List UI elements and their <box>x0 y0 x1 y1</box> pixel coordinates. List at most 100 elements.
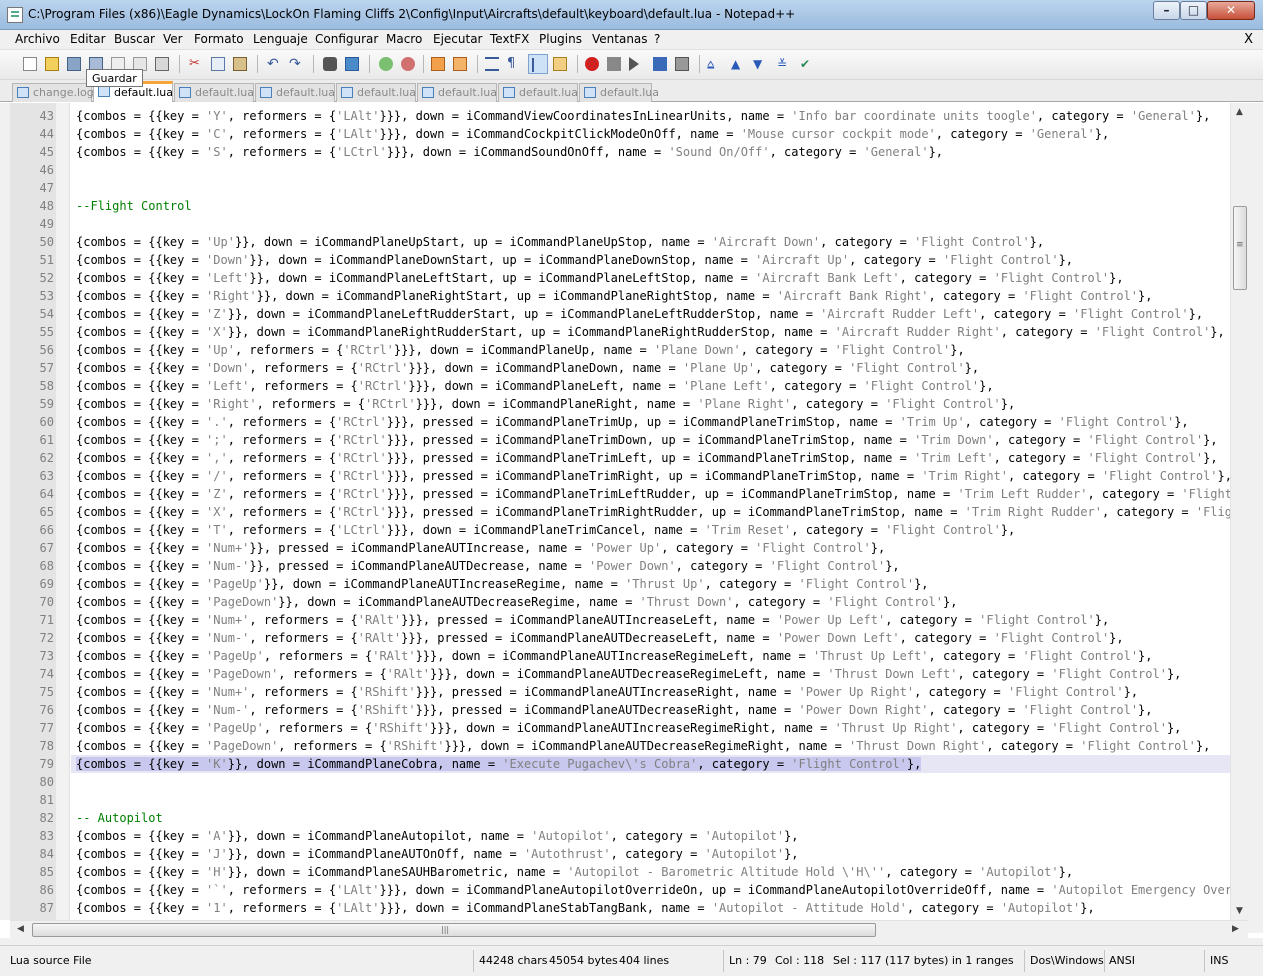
code-line[interactable]: {combos = {{key = 'J'}}, down = iCommand… <box>71 845 1230 863</box>
stop-record-icon[interactable] <box>604 54 624 74</box>
menu-textfx[interactable]: TextFX <box>490 32 529 46</box>
scroll-right-icon[interactable]: ▶ <box>1230 924 1241 935</box>
vertical-scrollbar[interactable]: ▲ ≡ ▼ <box>1230 103 1248 920</box>
find-icon[interactable] <box>320 54 340 74</box>
scroll-down-icon[interactable]: ▼ <box>1234 906 1245 917</box>
textfx-filter-icon[interactable]: ≚ <box>774 54 794 74</box>
code-line[interactable]: {combos = {{key = 'PageDown'}}, down = i… <box>71 593 1230 611</box>
code-line[interactable]: {combos = {{key = 'Num+', reformers = {'… <box>71 683 1230 701</box>
copy-icon[interactable] <box>208 54 228 74</box>
code-line[interactable]: {combos = {{key = 'PageDown', reformers … <box>71 737 1230 755</box>
save-macro-icon[interactable] <box>672 54 692 74</box>
code-line[interactable] <box>71 773 1230 791</box>
vertical-scroll-thumb[interactable]: ≡ <box>1233 206 1247 290</box>
user-lang-icon[interactable] <box>550 54 570 74</box>
code-line[interactable]: {combos = {{key = 'T', reformers = {'LCt… <box>71 521 1230 539</box>
code-line[interactable]: --Flight Control <box>71 197 1230 215</box>
close-document-button[interactable]: X <box>1244 32 1253 47</box>
code-line[interactable]: {combos = {{key = 'A'}}, down = iCommand… <box>71 827 1230 845</box>
tab-default-lua-6[interactable]: default.lua <box>498 83 578 102</box>
menu-archivo[interactable]: Archivo <box>15 32 60 46</box>
code-line[interactable]: {combos = {{key = ';', reformers = {'RCt… <box>71 431 1230 449</box>
code-line[interactable]: {combos = {{key = 'K'}}, down = iCommand… <box>71 755 1230 773</box>
tab-change-log[interactable]: change.log <box>12 83 94 102</box>
code-line[interactable]: {combos = {{key = '`', reformers = {'LAl… <box>71 881 1230 899</box>
sync-vertical-icon[interactable] <box>428 54 448 74</box>
notepadpp-app-icon[interactable] <box>7 7 23 23</box>
code-line[interactable]: {combos = {{key = 'Num-'}}, pressed = iC… <box>71 557 1230 575</box>
code-line[interactable]: {combos = {{key = 'Down', reformers = {'… <box>71 359 1230 377</box>
textfx-down-icon[interactable]: ▼ <box>750 54 770 74</box>
code-line[interactable]: {combos = {{key = 'Z'}}, down = iCommand… <box>71 305 1230 323</box>
textfx-collapse-icon[interactable]: ⩠ <box>704 54 724 74</box>
code-line[interactable]: {combos = {{key = 'S', reformers = {'LCt… <box>71 143 1230 161</box>
code-line[interactable] <box>71 179 1230 197</box>
tab-default-lua-4[interactable]: default.lua <box>336 83 416 102</box>
close-window-button[interactable]: ✕ <box>1207 1 1255 20</box>
code-line[interactable]: {combos = {{key = 'X'}}, down = iCommand… <box>71 323 1230 341</box>
menu-editar[interactable]: Editar <box>70 32 106 46</box>
word-wrap-icon[interactable] <box>482 54 502 74</box>
cut-icon[interactable]: ✂ <box>186 54 206 74</box>
code-line[interactable]: {combos = {{key = 'Num-', reformers = {'… <box>71 701 1230 719</box>
maximize-button[interactable]: □ <box>1180 1 1207 20</box>
scroll-left-icon[interactable]: ◀ <box>15 924 26 935</box>
zoom-in-icon[interactable] <box>376 54 396 74</box>
record-macro-icon[interactable] <box>582 54 602 74</box>
code-area[interactable]: {combos = {{key = 'Y', reformers = {'LAl… <box>71 103 1230 920</box>
run-macro-multiple-icon[interactable] <box>650 54 670 74</box>
code-line[interactable]: {combos = {{key = 'Y', reformers = {'LAl… <box>71 107 1230 125</box>
undo-icon[interactable]: ↶ <box>264 54 284 74</box>
code-line[interactable]: {combos = {{key = 'Z', reformers = {'RCt… <box>71 485 1230 503</box>
code-line[interactable]: {combos = {{key = 'Left'}}, down = iComm… <box>71 269 1230 287</box>
code-line[interactable]: {combos = {{key = 'Num+'}}, pressed = iC… <box>71 539 1230 557</box>
tab-default-lua-7[interactable]: default.lua <box>579 83 659 102</box>
fold-margin[interactable] <box>56 103 70 920</box>
textfx-spellcheck-icon[interactable]: ✔ <box>797 54 817 74</box>
code-line[interactable]: {combos = {{key = 'PageDown', reformers … <box>71 665 1230 683</box>
zoom-out-icon[interactable] <box>398 54 418 74</box>
tab-default-lua-2[interactable]: default.lua <box>174 83 254 102</box>
open-file-icon[interactable] <box>42 54 62 74</box>
code-line[interactable]: {combos = {{key = ',', reformers = {'RCt… <box>71 449 1230 467</box>
indent-guide-icon[interactable] <box>528 54 548 74</box>
show-all-chars-icon[interactable]: ¶ <box>504 54 524 74</box>
code-line[interactable]: {combos = {{key = 'Right'}}, down = iCom… <box>71 287 1230 305</box>
code-line[interactable]: {combos = {{key = 'PageUp', reformers = … <box>71 719 1230 737</box>
minimize-button[interactable]: – <box>1153 1 1180 20</box>
redo-icon[interactable]: ↷ <box>286 54 306 74</box>
menu-lenguaje[interactable]: Lenguaje <box>253 32 308 46</box>
code-line[interactable] <box>71 215 1230 233</box>
replace-icon[interactable] <box>342 54 362 74</box>
menu-help[interactable]: ? <box>654 32 660 46</box>
code-line[interactable]: {combos = {{key = 'PageUp'}}, down = iCo… <box>71 575 1230 593</box>
horizontal-scrollbar[interactable]: ◀ ||| ▶ <box>10 920 1248 938</box>
code-line[interactable]: -- Autopilot <box>71 809 1230 827</box>
menu-ver[interactable]: Ver <box>163 32 183 46</box>
tab-default-lua-3[interactable]: default.lua <box>255 83 335 102</box>
code-line[interactable]: {combos = {{key = 'Num-', reformers = {'… <box>71 629 1230 647</box>
editor[interactable]: 43 44 45 46 47 48 49 50 51 52 53 54 55 56 57 58 59 60 61 62… <box>0 103 1263 920</box>
menu-macro[interactable]: Macro <box>386 32 422 46</box>
print-icon[interactable] <box>152 54 172 74</box>
new-file-icon[interactable] <box>20 54 40 74</box>
scroll-up-icon[interactable]: ▲ <box>1234 107 1245 118</box>
code-line[interactable]: {combos = {{key = 'Down'}}, down = iComm… <box>71 251 1230 269</box>
menu-configurar[interactable]: Configurar <box>315 32 378 46</box>
paste-icon[interactable] <box>230 54 250 74</box>
code-line[interactable]: {combos = {{key = 'H'}}, down = iCommand… <box>71 863 1230 881</box>
code-line[interactable]: {combos = {{key = 'Up', reformers = {'RC… <box>71 341 1230 359</box>
horizontal-scroll-thumb[interactable]: ||| <box>32 923 876 937</box>
code-line[interactable]: {combos = {{key = 'X', reformers = {'RCt… <box>71 503 1230 521</box>
menu-plugins[interactable]: Plugins <box>539 32 582 46</box>
code-line[interactable]: {combos = {{key = '.', reformers = {'RCt… <box>71 413 1230 431</box>
textfx-up-icon[interactable]: ▲ <box>728 54 748 74</box>
play-macro-icon[interactable] <box>626 54 646 74</box>
code-line[interactable]: {combos = {{key = '/', reformers = {'RCt… <box>71 467 1230 485</box>
menu-ventanas[interactable]: Ventanas <box>592 32 648 46</box>
sync-horizontal-icon[interactable] <box>450 54 470 74</box>
menu-formato[interactable]: Formato <box>194 32 244 46</box>
code-line[interactable]: {combos = {{key = 'C', reformers = {'LAl… <box>71 125 1230 143</box>
code-line[interactable] <box>71 791 1230 809</box>
tab-default-lua-5[interactable]: default.lua <box>417 83 497 102</box>
